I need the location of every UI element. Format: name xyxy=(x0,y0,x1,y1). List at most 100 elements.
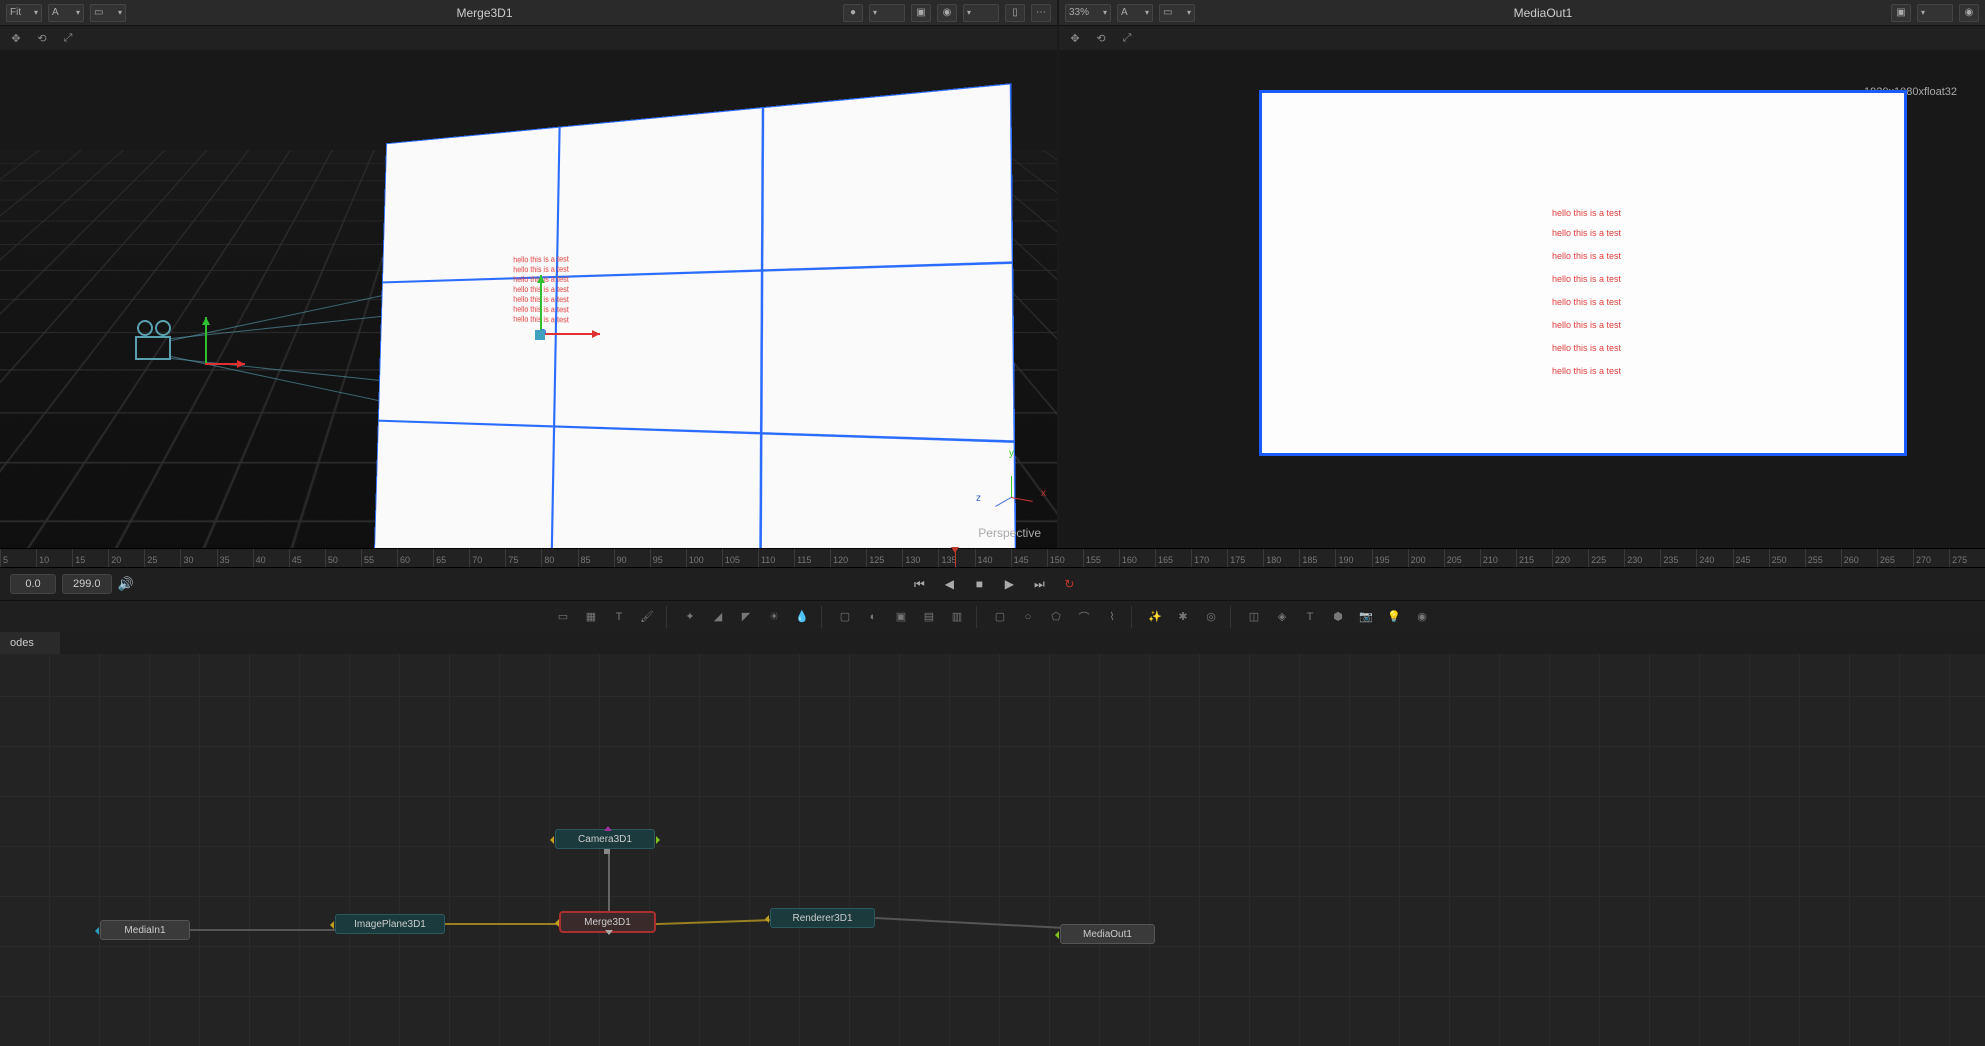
viewer-mode-dropdown[interactable]: ▾ xyxy=(1917,4,1953,22)
viewer-split-icon[interactable]: ▯ xyxy=(1005,4,1025,22)
sub-view-icon[interactable]: ▣ xyxy=(1891,4,1911,22)
ruler-tick[interactable]: 195 xyxy=(1372,549,1408,567)
speaker-icon[interactable]: 🔊 xyxy=(118,576,134,592)
ruler-tick[interactable]: 55 xyxy=(361,549,397,567)
merge3d-tool-icon[interactable]: ⬢ xyxy=(1325,606,1351,628)
timeline-ruler[interactable]: 5101520253035404550556065707580859095100… xyxy=(0,548,1985,568)
background-tool-icon[interactable]: ▭ xyxy=(550,606,576,628)
prender-tool-icon[interactable]: ◎ xyxy=(1198,606,1224,628)
ruler-tick[interactable]: 130 xyxy=(902,549,938,567)
brightness-tool-icon[interactable]: ☀ xyxy=(761,606,787,628)
node-mediain[interactable]: MediaIn1 xyxy=(100,920,190,940)
viewer-channel-a-dropdown[interactable]: A▾ xyxy=(48,4,84,22)
time-end-field[interactable]: 299.0 xyxy=(62,574,112,594)
ruler-tick[interactable]: 175 xyxy=(1227,549,1263,567)
expand-tool-icon[interactable]: ⤢ xyxy=(1119,30,1135,46)
ruler-tick[interactable]: 170 xyxy=(1191,549,1227,567)
ruler-tick[interactable]: 105 xyxy=(722,549,758,567)
loop-button[interactable]: ↻ xyxy=(1060,575,1078,593)
time-start-field[interactable]: 0.0 xyxy=(10,574,56,594)
go-to-end-button[interactable]: ⏭ xyxy=(1030,575,1048,593)
ruler-tick[interactable]: 85 xyxy=(578,549,614,567)
stop-button[interactable]: ■ xyxy=(970,575,988,593)
ruler-tick[interactable]: 260 xyxy=(1841,549,1877,567)
move-tool-icon[interactable]: ✥ xyxy=(8,30,24,46)
expand-tool-icon[interactable]: ⤢ xyxy=(60,30,76,46)
text3d-tool-icon[interactable]: T xyxy=(1297,606,1323,628)
ruler-tick[interactable]: 185 xyxy=(1299,549,1335,567)
ruler-tick[interactable]: 60 xyxy=(397,549,433,567)
ruler-tick[interactable]: 215 xyxy=(1516,549,1552,567)
ruler-tick[interactable]: 240 xyxy=(1696,549,1732,567)
viewer-display-dropdown[interactable]: ▭▾ xyxy=(1159,4,1195,22)
ruler-tick[interactable]: 120 xyxy=(830,549,866,567)
light3d-tool-icon[interactable]: 💡 xyxy=(1381,606,1407,628)
step-back-button[interactable]: ◀ xyxy=(940,575,958,593)
ruler-tick[interactable]: 145 xyxy=(1011,549,1047,567)
ruler-tick[interactable]: 40 xyxy=(253,549,289,567)
ruler-tick[interactable]: 5 xyxy=(0,549,36,567)
paint-tool-icon[interactable]: 🖌 xyxy=(634,606,660,628)
node-mediaout[interactable]: MediaOut1 xyxy=(1060,924,1155,944)
node-imageplane[interactable]: ImagePlane3D1 xyxy=(335,914,445,934)
ruler-tick[interactable]: 95 xyxy=(650,549,686,567)
mask-poly-tool-icon[interactable]: ◢ xyxy=(705,606,731,628)
viewer-lock-icon[interactable]: ◉ xyxy=(1959,4,1979,22)
ruler-tick[interactable]: 15 xyxy=(72,549,108,567)
renderer3d-tool-icon[interactable]: ◉ xyxy=(1409,606,1435,628)
ruler-tick[interactable]: 45 xyxy=(289,549,325,567)
viewer-mode-dropdown[interactable]: ▾ xyxy=(963,4,999,22)
pemitter-tool-icon[interactable]: ✱ xyxy=(1170,606,1196,628)
ruler-tick[interactable]: 250 xyxy=(1769,549,1805,567)
ruler-tick[interactable]: 265 xyxy=(1877,549,1913,567)
sub-view-icon[interactable]: ▣ xyxy=(911,4,931,22)
ruler-tick[interactable]: 230 xyxy=(1624,549,1660,567)
node-renderer[interactable]: Renderer3D1 xyxy=(770,908,875,928)
ruler-tick[interactable]: 75 xyxy=(505,549,541,567)
move-tool-icon[interactable]: ✥ xyxy=(1067,30,1083,46)
ruler-tick[interactable]: 70 xyxy=(469,549,505,567)
ruler-tick[interactable]: 80 xyxy=(541,549,577,567)
viewer-2d-viewport[interactable]: 1920x1080xfloat32 hello this is a test h… xyxy=(1059,50,1985,548)
camera-gizmo[interactable] xyxy=(205,355,215,365)
ruler-tick[interactable]: 35 xyxy=(217,549,253,567)
viewer-more-icon[interactable]: ⋯ xyxy=(1031,4,1051,22)
ruler-tick[interactable]: 210 xyxy=(1480,549,1516,567)
rotate-tool-icon[interactable]: ⟲ xyxy=(1093,30,1109,46)
ruler-tick[interactable]: 140 xyxy=(975,549,1011,567)
tracker-tool-icon[interactable]: ✦ xyxy=(677,606,703,628)
polygon-mask-icon[interactable]: ⬠ xyxy=(1043,606,1069,628)
ruler-tick[interactable]: 90 xyxy=(614,549,650,567)
ruler-tick[interactable]: 180 xyxy=(1263,549,1299,567)
transform-tool-icon[interactable]: ▤ xyxy=(916,606,942,628)
rotate-tool-icon[interactable]: ⟲ xyxy=(34,30,50,46)
ruler-tick[interactable]: 150 xyxy=(1047,549,1083,567)
playhead[interactable] xyxy=(955,549,956,567)
wand-mask-icon[interactable]: ⌇ xyxy=(1099,606,1125,628)
snapshot-icon[interactable]: ● xyxy=(843,4,863,22)
merge-tool-icon[interactable]: ▣ xyxy=(888,606,914,628)
shape3d-tool-icon[interactable]: ◈ xyxy=(1269,606,1295,628)
ruler-tick[interactable]: 275 xyxy=(1949,549,1985,567)
ruler-tick[interactable]: 65 xyxy=(433,549,469,567)
ruler-tick[interactable]: 20 xyxy=(108,549,144,567)
ruler-tick[interactable]: 165 xyxy=(1155,549,1191,567)
viewer-fit-dropdown[interactable]: Fit▾ xyxy=(6,4,42,22)
rectangle-mask-icon[interactable]: ▢ xyxy=(987,606,1013,628)
ruler-tick[interactable]: 100 xyxy=(686,549,722,567)
ruler-tick[interactable]: 160 xyxy=(1119,549,1155,567)
particles-tool-icon[interactable]: ✨ xyxy=(1142,606,1168,628)
ruler-tick[interactable]: 110 xyxy=(758,549,794,567)
fastnoise-tool-icon[interactable]: ▦ xyxy=(578,606,604,628)
viewer-lock-icon[interactable]: ◉ xyxy=(937,4,957,22)
play-button[interactable]: ▶ xyxy=(1000,575,1018,593)
ruler-tick[interactable]: 10 xyxy=(36,549,72,567)
ruler-tick[interactable]: 200 xyxy=(1408,549,1444,567)
viewer-3d-viewport[interactable]: hello this is a test hello this is a tes… xyxy=(0,50,1057,548)
ruler-tick[interactable]: 235 xyxy=(1660,549,1696,567)
imageplane3d-tool-icon[interactable]: ◫ xyxy=(1241,606,1267,628)
ruler-tick[interactable]: 270 xyxy=(1913,549,1949,567)
nodes-tab[interactable]: odes xyxy=(0,632,60,654)
mask-bspline-tool-icon[interactable]: ◤ xyxy=(733,606,759,628)
image-plane-3d[interactable] xyxy=(374,83,1017,548)
